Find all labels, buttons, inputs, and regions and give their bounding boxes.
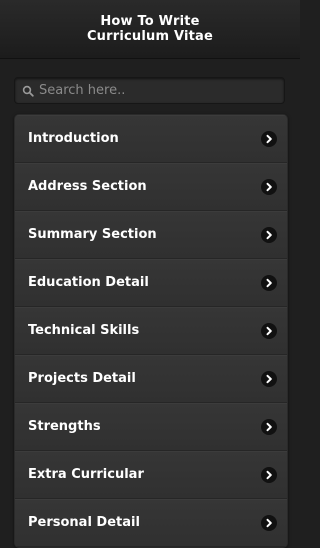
chevron-right-icon	[261, 274, 277, 291]
chevron-right-icon	[261, 466, 277, 483]
list-item-label: Strengths	[28, 419, 101, 434]
list-item-technical-skills[interactable]: Technical Skills	[15, 307, 287, 355]
page-title-line-2: Curriculum Vitae	[86, 29, 214, 44]
list-item-label: Education Detail	[28, 275, 149, 290]
list-item-label: Summary Section	[28, 227, 157, 242]
chevron-right-icon	[261, 130, 277, 147]
chevron-right-icon	[261, 178, 277, 195]
list-item-label: Address Section	[28, 179, 147, 194]
chevron-right-icon	[261, 322, 277, 339]
list-item-personal-detail[interactable]: Personal Detail	[15, 499, 287, 547]
chevron-right-icon	[261, 226, 277, 243]
list-item-projects-detail[interactable]: Projects Detail	[15, 355, 287, 403]
list-item-label: Projects Detail	[28, 371, 136, 386]
list-item-introduction[interactable]: Introduction	[15, 115, 287, 163]
list-item-summary-section[interactable]: Summary Section	[15, 211, 287, 259]
list-item-extra-curricular[interactable]: Extra Curricular	[15, 451, 287, 499]
list-item-strengths[interactable]: Strengths	[15, 403, 287, 451]
list-item-address-section[interactable]: Address Section	[15, 163, 287, 211]
search-bar[interactable]	[14, 77, 285, 104]
list-item-label: Introduction	[28, 131, 119, 146]
search-input[interactable]	[39, 78, 284, 103]
list-item-label: Technical Skills	[28, 323, 140, 338]
search-icon	[17, 77, 39, 104]
menu-list: Introduction Address Section Summary Sec…	[14, 114, 288, 548]
app-header: How To Write Curriculum Vitae	[0, 0, 300, 59]
chevron-right-icon	[261, 418, 277, 435]
page-title-line-1: How To Write	[100, 14, 200, 29]
chevron-right-icon	[261, 514, 277, 531]
list-item-label: Personal Detail	[28, 515, 140, 530]
list-item-label: Extra Curricular	[28, 467, 144, 482]
list-item-education-detail[interactable]: Education Detail	[15, 259, 287, 307]
chevron-right-icon	[261, 370, 277, 387]
